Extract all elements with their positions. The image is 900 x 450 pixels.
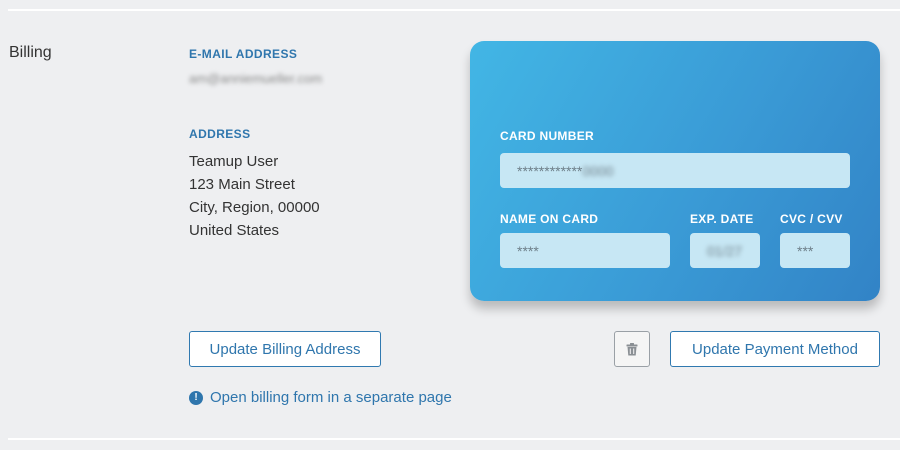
address-block: Teamup User 123 Main Street City, Region… bbox=[189, 150, 320, 242]
card-number-last-digits: 0000 bbox=[582, 162, 614, 179]
update-payment-method-button[interactable]: Update Payment Method bbox=[670, 331, 880, 367]
name-on-card-value: **** bbox=[517, 242, 539, 259]
exp-date-value: 01/27 bbox=[707, 242, 743, 259]
address-line: City, Region, 00000 bbox=[189, 199, 320, 216]
card-number-field[interactable]: ************ 0000 bbox=[500, 153, 850, 188]
card-number-mask: ************ bbox=[517, 162, 583, 179]
credit-card-form: CARD NUMBER ************ 0000 NAME ON CAR… bbox=[470, 41, 880, 301]
cvc-label: CVC / CVV bbox=[780, 212, 843, 226]
info-icon: ! bbox=[189, 390, 203, 405]
cvc-field[interactable]: *** bbox=[780, 233, 850, 268]
address-label: ADDRESS bbox=[189, 127, 251, 141]
open-billing-form-link-text[interactable]: Open billing form in a separate page bbox=[210, 389, 452, 406]
cvc-value: *** bbox=[797, 242, 814, 259]
trash-icon bbox=[626, 342, 638, 355]
delete-payment-button[interactable] bbox=[614, 331, 650, 367]
section-divider-top bbox=[8, 9, 900, 11]
open-billing-form-link[interactable]: ! Open billing form in a separate page bbox=[189, 389, 452, 406]
address-line: 123 Main Street bbox=[189, 176, 295, 193]
exp-date-field[interactable]: 01/27 bbox=[690, 233, 760, 268]
address-line: Teamup User bbox=[189, 153, 279, 170]
card-number-label: CARD NUMBER bbox=[500, 129, 594, 143]
exp-date-label: EXP. DATE bbox=[690, 212, 754, 226]
update-billing-address-button[interactable]: Update Billing Address bbox=[189, 331, 381, 367]
name-on-card-label: NAME ON CARD bbox=[500, 212, 599, 226]
email-label: E-MAIL ADDRESS bbox=[189, 47, 298, 61]
section-divider-bottom bbox=[8, 438, 900, 440]
email-value: am@anniemueller.com bbox=[189, 71, 323, 86]
name-on-card-field[interactable]: **** bbox=[500, 233, 670, 268]
section-title: Billing bbox=[9, 44, 52, 61]
address-line: United States bbox=[189, 222, 280, 239]
